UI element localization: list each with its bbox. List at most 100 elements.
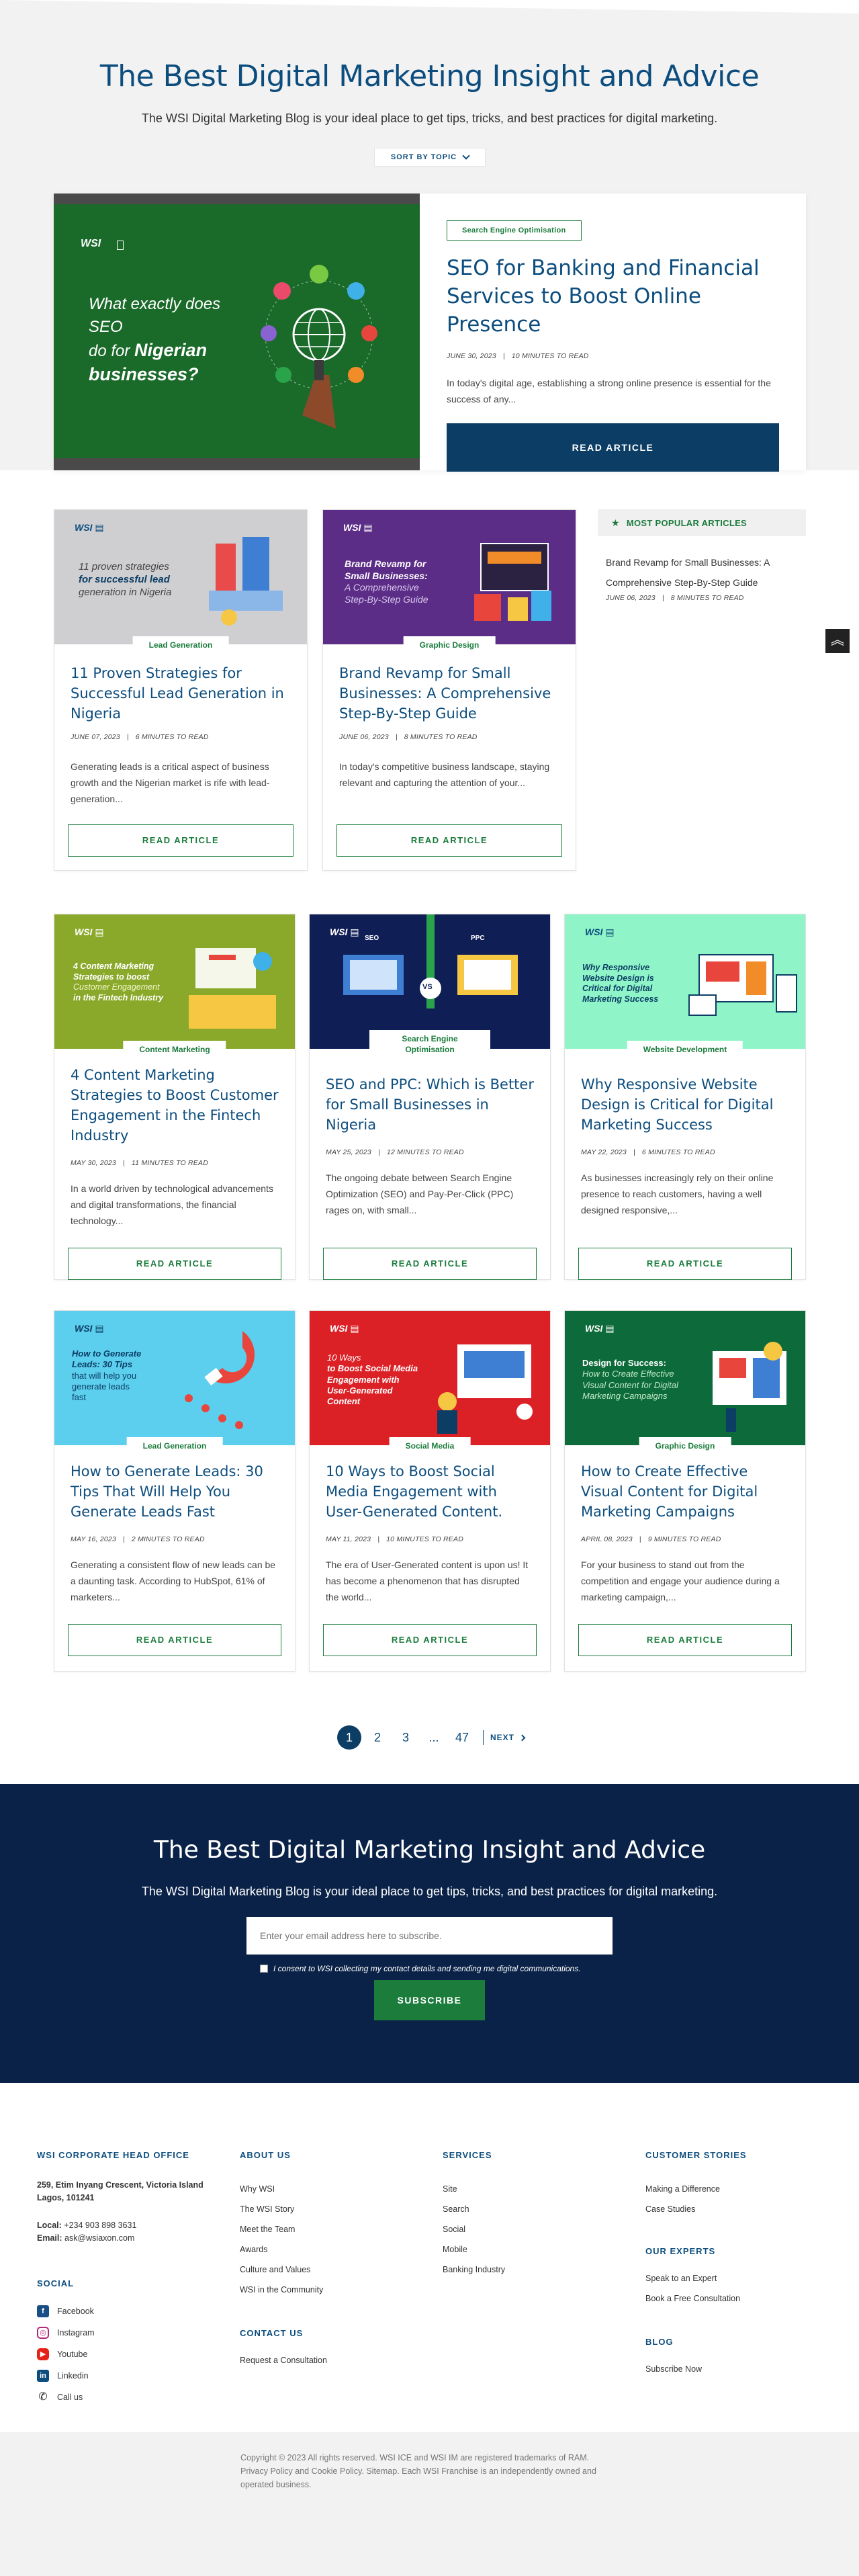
article-card: WSI ▤ VS SEO PPC Search Engine Optimisat…	[309, 914, 551, 1280]
featured-article-excerpt: In today's digital age, establishing a s…	[447, 378, 771, 404]
facebook-link[interactable]: f Facebook	[37, 2301, 225, 2322]
youtube-link[interactable]: ▶ Youtube	[37, 2344, 225, 2365]
footer-link-why-wsi[interactable]: Why WSI	[240, 2179, 401, 2199]
article-card-category[interactable]: Graphic Design	[403, 636, 496, 654]
featured-article-title[interactable]: SEO for Banking and Financial Services t…	[447, 254, 782, 339]
article-card-image-text: Brand Revamp for Small Businesses: A Compr…	[345, 558, 428, 605]
footer-link-site[interactable]: Site	[443, 2179, 604, 2199]
article-card: WSI ▤ 10 Ways to Boost Social Media Engage…	[309, 1310, 551, 1672]
footer-link-search[interactable]: Search	[443, 2199, 604, 2219]
featured-read-article-button[interactable]: READ ARTICLE	[447, 423, 779, 472]
footer-office-column: WSI CORPORATE HEAD OFFICE 259, Etim Inya…	[37, 2150, 225, 2408]
article-card-image[interactable]: WSI ▤ Design for Success: How to Create E…	[565, 1311, 805, 1445]
read-article-button[interactable]: READ ARTICLE	[578, 1624, 792, 1656]
popular-article-link[interactable]: Brand Revamp for Small Businesses: A Com…	[606, 552, 801, 593]
read-article-button[interactable]: READ ARTICLE	[68, 824, 293, 857]
footer-link-subscribe[interactable]: Subscribe Now	[645, 2359, 820, 2379]
footer-link-case-studies[interactable]: Case Studies	[645, 2199, 820, 2219]
footer-link-banking[interactable]: Banking Industry	[443, 2260, 604, 2280]
article-card-title[interactable]: 4 Content Marketing Strategies to Boost …	[71, 1065, 279, 1146]
article-card-title[interactable]: Why Responsive Website Design is Critica…	[581, 1074, 789, 1135]
article-card-category[interactable]: Content Marketing	[123, 1041, 226, 1058]
article-card-title[interactable]: How to Generate Leads: 30 Tips That Will…	[71, 1461, 279, 1522]
footer-link-meet-team[interactable]: Meet the Team	[240, 2219, 401, 2239]
footer-link-awards[interactable]: Awards	[240, 2239, 401, 2260]
article-card-title[interactable]: How to Create Effective Visual Content f…	[581, 1461, 789, 1522]
page-subtitle: The WSI Digital Marketing Blog is your i…	[141, 112, 718, 125]
footer-blog-heading: BLOG	[645, 2337, 674, 2347]
document-icon	[117, 241, 124, 250]
featured-article-tag[interactable]: Search Engine Optimisation	[447, 220, 582, 241]
footer-link-request-consultation[interactable]: Request a Consultation	[240, 2350, 401, 2370]
email-input[interactable]	[246, 1917, 613, 1955]
scroll-to-top-button[interactable]: ︽	[825, 629, 850, 653]
pagination-divider	[482, 1730, 484, 1745]
article-card-image-text: How to Generate Leads: 30 Tips that will h…	[72, 1348, 142, 1402]
read-article-button[interactable]: READ ARTICLE	[68, 1624, 281, 1656]
visual-content-illustration	[713, 1342, 786, 1432]
page-2-link[interactable]: 2	[363, 1731, 392, 1745]
article-card-meta: MAY 30, 2023 | 11 MINUTES TO READ	[71, 1159, 208, 1167]
page-1-link[interactable]: 1	[335, 1725, 363, 1750]
sort-by-topic-dropdown[interactable]: SORT BY TOPIC	[374, 148, 486, 167]
article-card-title[interactable]: 10 Ways to Boost Social Media Engagement…	[326, 1461, 534, 1522]
article-card-category[interactable]: Website Development	[627, 1041, 743, 1058]
read-article-button[interactable]: READ ARTICLE	[68, 1248, 281, 1280]
subscribe-button[interactable]: SUBSCRIBE	[374, 1980, 485, 2020]
page-3-link[interactable]: 3	[392, 1731, 420, 1745]
article-card-image[interactable]: WSI ▤ 11 proven strategies for successful…	[54, 510, 307, 644]
article-card-category[interactable]: Graphic Design	[639, 1437, 731, 1455]
article-card-title[interactable]: Brand Revamp for Small Businesses: A Com…	[339, 663, 559, 724]
article-card-image[interactable]: WSI ▤ 4 Content Marketing Strategies to b…	[54, 914, 295, 1049]
article-card-excerpt: In today's competitive business landscap…	[339, 761, 550, 788]
copyright-bar: Copyright © 2023 All rights reserved. WS…	[0, 2432, 859, 2576]
office-contact: Local: +234 903 898 3631 Email: ask@wsia…	[37, 2221, 137, 2243]
footer-link-speak-expert[interactable]: Speak to an Expert	[645, 2268, 820, 2288]
featured-article-meta: JUNE 30, 2023 | 10 MINUTES TO READ	[447, 352, 589, 360]
article-card: WSI ▤ How to Generate Leads: 30 Tips that …	[54, 1310, 296, 1672]
email-link[interactable]: ask@wsiaxon.com	[64, 2233, 134, 2243]
article-card-image[interactable]: WSI ▤ Brand Revamp for Small Businesses: A…	[323, 510, 576, 644]
instagram-link[interactable]: ◎ Instagram	[37, 2322, 225, 2344]
copyright-text: Copyright © 2023 All rights reserved. WS…	[240, 2453, 596, 2489]
article-card: WSI ▤ Design for Success: How to Create E…	[564, 1310, 806, 1672]
linkedin-icon: in	[37, 2370, 49, 2382]
footer-link-community[interactable]: WSI in the Community	[240, 2280, 401, 2300]
lead-magnet-illustration	[185, 1331, 255, 1429]
article-card-image[interactable]: WSI ▤ VS SEO PPC	[310, 914, 550, 1049]
page-last-link[interactable]: 47	[448, 1731, 476, 1745]
seo-globe-illustration	[261, 265, 377, 429]
article-card-excerpt: As businesses increasingly rely on their…	[581, 1172, 774, 1215]
featured-article-image[interactable]: WSI What exactly does SEO do for Nigeria…	[54, 194, 420, 470]
footer-link-book-consultation[interactable]: Book a Free Consultation	[645, 2288, 820, 2309]
consent-checkbox-row[interactable]: I consent to WSI collecting my contact d…	[260, 1964, 581, 1973]
read-article-button[interactable]: READ ARTICLE	[323, 1248, 537, 1280]
footer-link-making-difference[interactable]: Making a Difference	[645, 2179, 820, 2199]
featured-article-body: Search Engine Optimisation SEO for Banki…	[447, 220, 782, 472]
read-article-button[interactable]: READ ARTICLE	[323, 1624, 537, 1656]
chevron-right-icon	[518, 1734, 526, 1741]
most-popular-heading: ★ MOST POPULAR ARTICLES	[598, 509, 806, 536]
footer-link-wsi-story[interactable]: The WSI Story	[240, 2199, 401, 2219]
article-card-image[interactable]: WSI ▤ How to Generate Leads: 30 Tips that …	[54, 1311, 295, 1445]
next-page-button[interactable]: NEXT	[490, 1733, 526, 1742]
article-card-category[interactable]: Lead Generation	[132, 636, 229, 654]
read-article-button[interactable]: READ ARTICLE	[336, 824, 562, 857]
consent-checkbox[interactable]	[260, 1965, 268, 1973]
article-card-category[interactable]: Social Media	[389, 1437, 471, 1455]
footer-link-culture[interactable]: Culture and Values	[240, 2260, 401, 2280]
magnet-illustration	[209, 537, 283, 626]
call-us-link[interactable]: ✆ Call us	[37, 2387, 225, 2408]
article-card-category[interactable]: Search Engine Optimisation	[369, 1030, 490, 1058]
article-card-excerpt: The era of User-Generated content is upo…	[326, 1559, 529, 1602]
article-card-category[interactable]: Lead Generation	[126, 1437, 223, 1455]
footer-link-social[interactable]: Social	[443, 2219, 604, 2239]
phone-link[interactable]: +234 903 898 3631	[64, 2221, 136, 2230]
article-card-title[interactable]: SEO and PPC: Which is Better for Small B…	[326, 1074, 534, 1135]
footer-link-mobile[interactable]: Mobile	[443, 2239, 604, 2260]
linkedin-link[interactable]: in Linkedin	[37, 2365, 225, 2387]
article-card-image[interactable]: WSI ▤ 10 Ways to Boost Social Media Engage…	[310, 1311, 550, 1445]
article-card-image[interactable]: WSI ▤ Why Responsive Website Design is Cri…	[565, 914, 805, 1049]
article-card-title[interactable]: 11 Proven Strategies for Successful Lead…	[71, 663, 291, 724]
read-article-button[interactable]: READ ARTICLE	[578, 1248, 792, 1280]
